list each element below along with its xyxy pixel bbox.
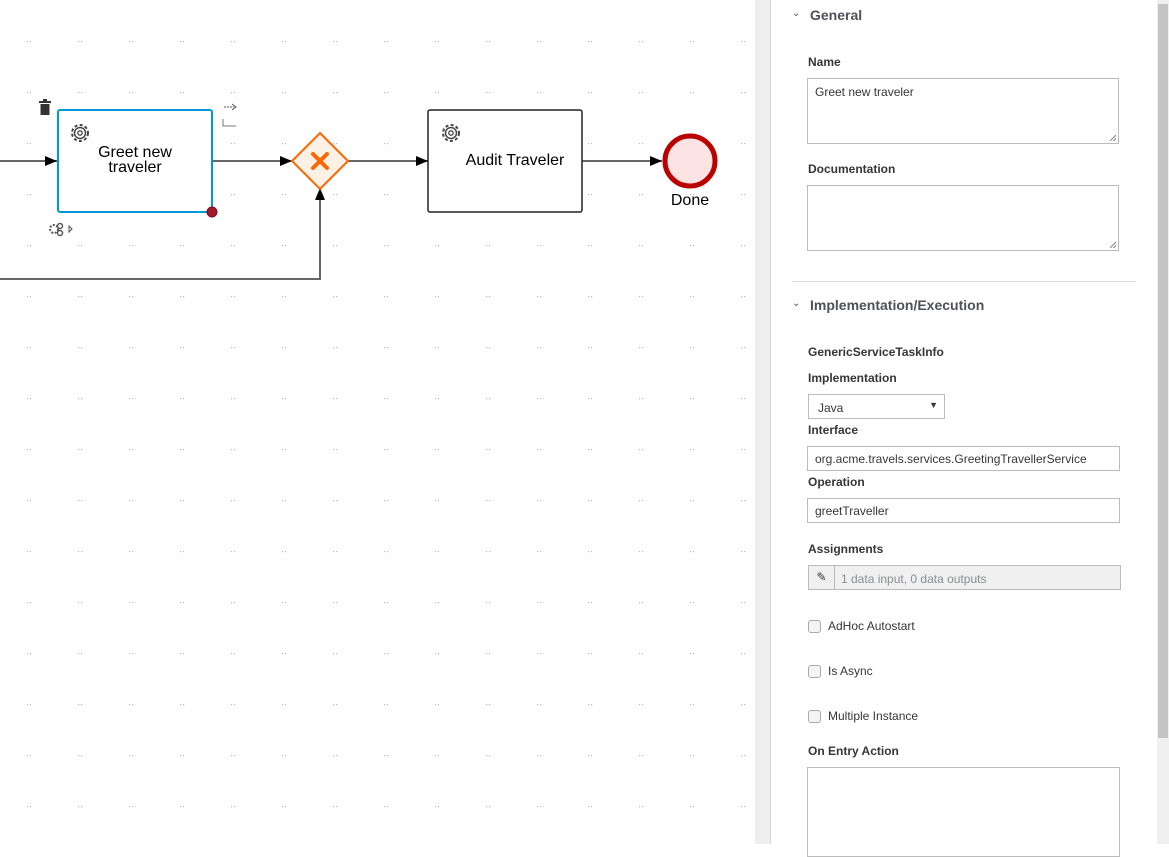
operation-input[interactable]: greetTraveller xyxy=(807,498,1120,523)
greet-task-label-line2: traveler xyxy=(108,159,162,176)
end-event-label: Done xyxy=(670,192,710,209)
diagram-canvas[interactable]: Greet new traveler Audit Traveler Done xyxy=(0,0,755,844)
scrollbar-thumb[interactable] xyxy=(1158,4,1168,738)
documentation-textarea[interactable] xyxy=(807,185,1119,251)
chevron-down-icon[interactable]: ⌄ xyxy=(792,8,800,19)
section-divider xyxy=(792,281,1136,282)
operation-label: Operation xyxy=(808,475,865,489)
assignments-label: Assignments xyxy=(808,542,884,556)
on-entry-action-label: On Entry Action xyxy=(808,744,899,758)
generic-service-task-info-label: GenericServiceTaskInfo xyxy=(808,345,944,359)
interface-input[interactable]: org.acme.travels.services.GreetingTravel… xyxy=(807,446,1120,471)
caret-down-icon: ▼ xyxy=(929,400,938,410)
multiple-instance-checkbox[interactable] xyxy=(808,710,821,723)
implementation-select[interactable]: Java ▼ xyxy=(808,394,945,419)
section-implementation-title[interactable]: Implementation/Execution xyxy=(810,297,984,313)
section-general-title[interactable]: General xyxy=(810,7,862,23)
audit-task-label: Audit Traveler xyxy=(465,152,565,169)
adhoc-autostart-checkbox[interactable] xyxy=(808,620,821,633)
name-label: Name xyxy=(808,55,841,69)
chevron-down-icon[interactable]: ⌄ xyxy=(792,298,800,309)
end-event[interactable] xyxy=(662,133,718,189)
adhoc-autostart-label: AdHoc Autostart xyxy=(828,619,915,633)
implementation-label: Implementation xyxy=(808,371,897,385)
assignments-value: 1 data input, 0 data outputs xyxy=(841,572,987,586)
greet-task-label: Greet new traveler xyxy=(58,144,212,176)
edit-icon[interactable]: ✎ xyxy=(809,566,835,589)
greet-task-label-line1: Greet new xyxy=(98,144,172,161)
implementation-select-value: Java xyxy=(818,401,844,415)
interface-label: Interface xyxy=(808,423,859,437)
properties-panel: ⌄ General Name Greet new traveler Docume… xyxy=(771,0,1157,857)
documentation-label: Documentation xyxy=(808,162,896,176)
name-textarea[interactable]: Greet new traveler xyxy=(807,78,1119,144)
resize-handle[interactable] xyxy=(206,206,218,218)
trash-icon[interactable] xyxy=(39,99,51,115)
multiple-instance-label: Multiple Instance xyxy=(828,709,919,723)
diagram-svg xyxy=(0,0,755,844)
assignments-field[interactable]: ✎ 1 data input, 0 data outputs xyxy=(808,565,1121,590)
panel-splitter[interactable] xyxy=(755,0,771,844)
panel-scrollbar[interactable] xyxy=(1157,0,1169,844)
is-async-checkbox[interactable] xyxy=(808,665,821,678)
is-async-label: Is Async xyxy=(828,664,873,678)
